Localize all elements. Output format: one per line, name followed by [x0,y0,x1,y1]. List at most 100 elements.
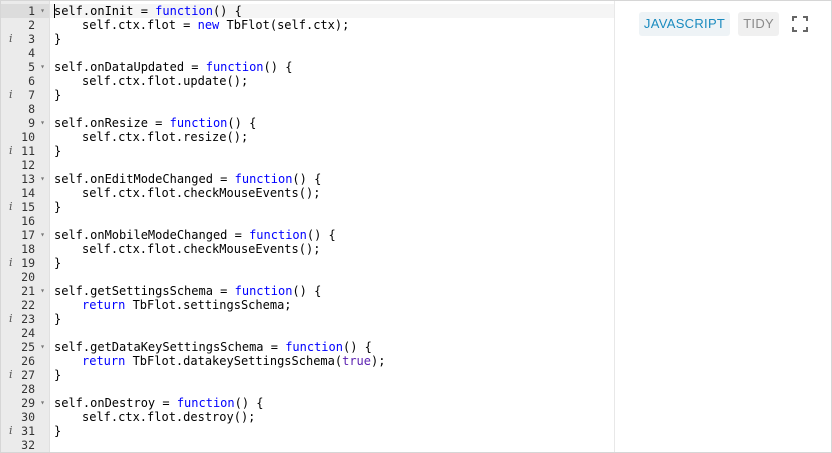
code-token: self.onMobileModeChanged = [54,228,250,242]
fold-arrow-icon[interactable]: ▾ [40,228,45,242]
line-number: 4 [28,46,35,60]
code-line[interactable]: self.onInit = function() { [54,4,242,18]
line-number: 21 [21,284,35,298]
line-number: 28 [21,382,35,396]
code-line[interactable]: } [54,88,61,102]
line-number: 23 [21,312,35,326]
code-line[interactable]: } [54,256,61,270]
fold-arrow-icon[interactable]: ▾ [40,340,45,354]
keyword-token: function [169,116,228,130]
code-line[interactable]: } [54,144,61,158]
code-line[interactable]: self.getSettingsSchema = function() { [54,284,321,298]
line-number: 5 [28,60,35,74]
fullscreen-button[interactable] [787,11,813,37]
code-line[interactable]: } [54,312,61,326]
keyword-token: function [205,60,264,74]
gutter-row: 12 [1,158,49,172]
gutter-row: 20 [1,270,49,284]
code-token: TbFlot(self.ctx); [219,18,350,32]
code-token: self.ctx.flot.destroy(); [82,410,256,424]
code-line[interactable]: return TbFlot.settingsSchema; [54,298,292,312]
code-token: TbFlot.datakeySettingsSchema( [125,354,343,368]
code-line[interactable]: self.onDataUpdated = function() { [54,60,292,74]
line-number-gutter[interactable]: 1 ▾ 2 3 i 4 5 ▾ 6 7 i 8 9 ▾ 10 11 i 12 13 ▾ 14 15 i 16 17 ▾ 18 19 i 2… [1,1,50,452]
info-annotation-icon[interactable]: i [9,368,13,382]
gutter-row: 17 ▾ [1,228,49,242]
code-token: () { [212,4,242,18]
keyword-token: return [82,298,126,312]
keyword-token: function [234,172,293,186]
keyword-token: function [285,340,343,354]
fold-arrow-icon[interactable]: ▾ [40,284,45,298]
fold-arrow-icon[interactable]: ▾ [40,172,45,186]
gutter-row: 23 i [1,312,49,326]
code-token: self.ctx.flot.checkMouseEvents(); [82,186,321,200]
code-line[interactable]: self.ctx.flot.checkMouseEvents(); [54,186,320,200]
code-token: () { [234,396,264,410]
tidy-button[interactable]: TIDY [738,12,779,36]
line-number: 32 [21,438,35,452]
info-annotation-icon[interactable]: i [9,256,13,270]
code-token: self.ctx.flot.update(); [82,74,249,88]
code-line[interactable]: } [54,368,61,382]
code-token: self.onInit = [54,4,156,18]
line-number: 14 [21,186,35,200]
info-annotation-icon[interactable]: i [9,144,13,158]
code-token: } [54,32,62,46]
code-token: } [54,256,62,270]
constant-token: true [342,354,372,368]
gutter-row: 32 [1,438,49,452]
gutter-row: 4 [1,46,49,60]
code-line[interactable]: return TbFlot.datakeySettingsSchema(true… [54,354,385,368]
code-line[interactable]: self.ctx.flot.resize(); [54,130,248,144]
code-line[interactable]: } [54,32,61,46]
gutter-row: 22 [1,298,49,312]
code-line[interactable]: self.onResize = function() { [54,116,256,130]
code-line[interactable]: } [54,200,61,214]
code-line[interactable]: self.onEditModeChanged = function() { [54,172,321,186]
code-line[interactable]: self.getDataKeySettingsSchema = function… [54,340,372,354]
keyword-token: function [155,4,213,18]
info-annotation-icon[interactable]: i [9,32,13,46]
fold-arrow-icon[interactable]: ▾ [40,4,45,18]
gutter-row: 11 i [1,144,49,158]
code-token: () { [292,284,322,298]
fold-arrow-icon[interactable]: ▾ [40,116,45,130]
code-token: self.onDestroy = [54,396,177,410]
fold-arrow-icon[interactable]: ▾ [40,396,45,410]
line-number: 2 [28,18,35,32]
gutter-row: 6 [1,74,49,88]
code-editor[interactable]: 1 ▾ 2 3 i 4 5 ▾ 6 7 i 8 9 ▾ 10 11 i 12 13 ▾ 14 15 i 16 17 ▾ 18 19 i 2… [0,0,832,453]
keyword-token: new [197,18,220,32]
line-number: 17 [21,228,35,242]
editor-toolbar: JAVASCRIPT TIDY [638,11,813,37]
code-line[interactable]: self.ctx.flot.checkMouseEvents(); [54,242,320,256]
code-line[interactable]: } [54,424,61,438]
line-number: 30 [21,410,35,424]
line-number: 3 [28,32,35,46]
line-number: 27 [21,368,35,382]
info-annotation-icon[interactable]: i [9,424,13,438]
gutter-row: 19 i [1,256,49,270]
code-line[interactable]: self.ctx.flot.update(); [54,74,248,88]
code-token: } [54,88,62,102]
info-annotation-icon[interactable]: i [9,88,13,102]
code-line[interactable]: self.onMobileModeChanged = function() { [54,228,336,242]
line-number: 16 [21,214,35,228]
code-line[interactable]: self.onDestroy = function() { [54,396,264,410]
code-content[interactable]: self.onInit = function() {self.ctx.flot … [54,1,831,452]
fold-arrow-icon[interactable]: ▾ [40,60,45,74]
gutter-row: 18 [1,242,49,256]
line-number: 19 [21,256,35,270]
code-token: } [54,424,62,438]
code-line[interactable]: self.ctx.flot = new TbFlot(self.ctx); [54,18,349,32]
gutter-row: 1 ▾ [1,4,49,18]
text-cursor [54,4,55,18]
code-line[interactable]: self.ctx.flot.destroy(); [54,410,255,424]
info-annotation-icon[interactable]: i [9,200,13,214]
javascript-mode-button[interactable]: JAVASCRIPT [638,12,731,36]
line-number: 31 [21,424,35,438]
line-number: 13 [21,172,35,186]
info-annotation-icon[interactable]: i [9,312,13,326]
keyword-token: function [176,396,235,410]
